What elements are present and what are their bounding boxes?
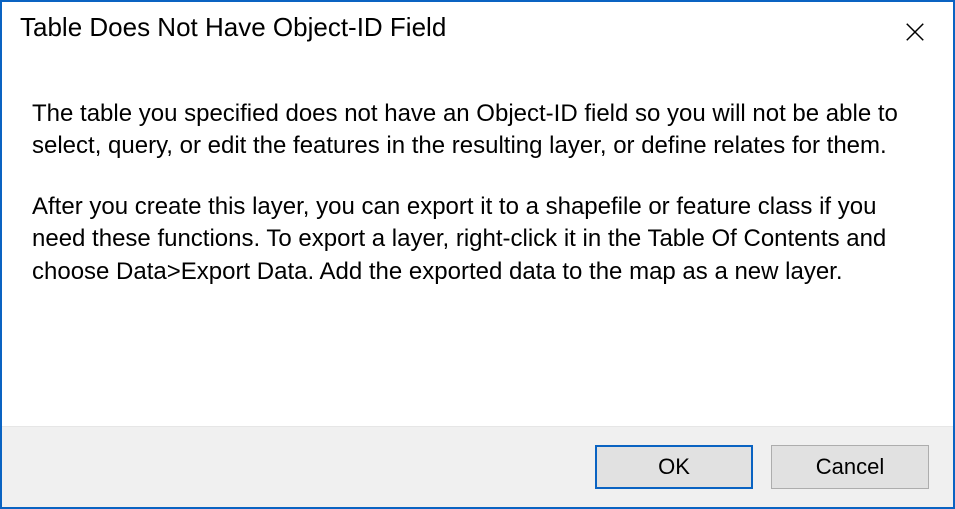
message-paragraph-2: After you create this layer, you can exp…: [32, 191, 923, 288]
dialog-footer: OK Cancel: [2, 426, 953, 507]
titlebar: Table Does Not Have Object-ID Field: [2, 2, 953, 50]
message-paragraph-1: The table you specified does not have an…: [32, 98, 923, 163]
dialog-body: The table you specified does not have an…: [2, 50, 953, 426]
object-id-warning-dialog: Table Does Not Have Object-ID Field The …: [0, 0, 955, 509]
dialog-title: Table Does Not Have Object-ID Field: [20, 12, 446, 43]
ok-button[interactable]: OK: [595, 445, 753, 489]
close-icon: [904, 21, 926, 43]
close-button[interactable]: [895, 14, 935, 50]
cancel-button[interactable]: Cancel: [771, 445, 929, 489]
